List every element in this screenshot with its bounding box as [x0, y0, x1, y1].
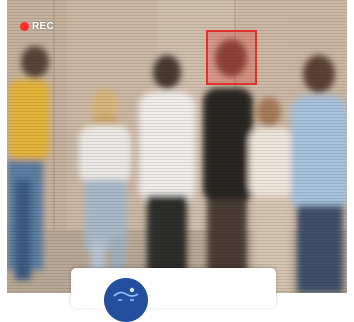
- info-card[interactable]: [71, 268, 276, 322]
- crowd-scene: [7, 0, 347, 293]
- face-detection-box: [206, 30, 257, 85]
- rec-label: REC: [32, 21, 55, 32]
- record-dot-icon: [20, 22, 29, 31]
- recording-indicator: REC: [20, 21, 54, 32]
- face-scan-icon: [104, 278, 148, 322]
- camera-feed: REC: [7, 0, 347, 293]
